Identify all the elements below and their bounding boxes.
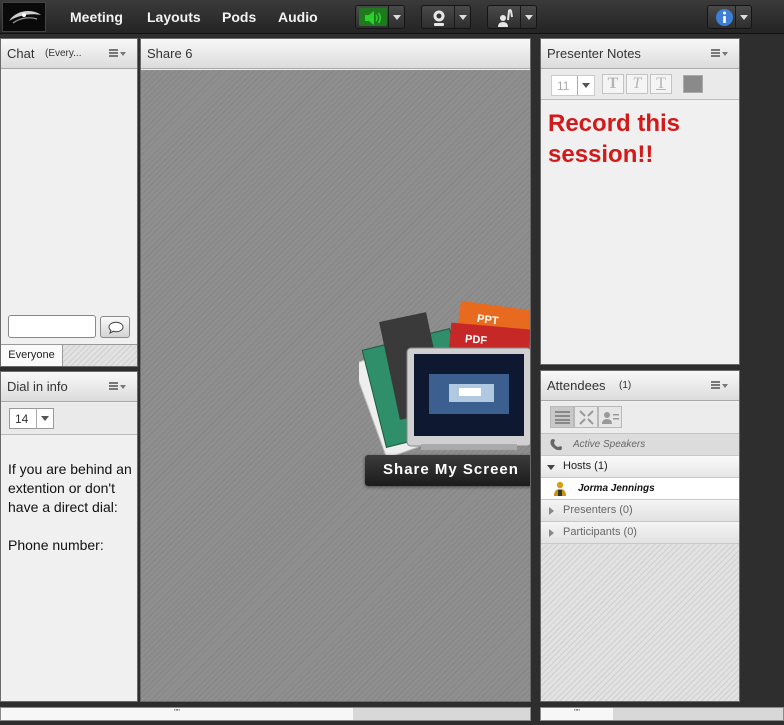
help-menu-arrow[interactable] xyxy=(735,6,751,28)
raise-hand-icon xyxy=(498,9,513,27)
speaker-menu-arrow[interactable] xyxy=(388,6,404,28)
dialin-line-2: Phone number: xyxy=(8,537,104,553)
attendee-row[interactable]: Jorma Jennings xyxy=(541,478,739,500)
notes-title: Presenter Notes xyxy=(547,46,641,61)
connect-logo[interactable] xyxy=(2,2,46,32)
dialin-text: If you are behind an extention or don't … xyxy=(8,460,133,574)
menu-bar: Meeting Layouts Pods Audio xyxy=(0,0,784,34)
active-speakers-row: Active Speakers xyxy=(541,434,739,456)
notes-toolbar: 11 T T T xyxy=(541,70,739,100)
dialin-toolbar: 14 xyxy=(1,403,137,435)
hosts-label: Hosts (1) xyxy=(563,460,608,472)
webcam-menu-arrow[interactable] xyxy=(454,6,470,28)
menu-pods[interactable]: Pods xyxy=(222,9,256,25)
chevron-down-icon xyxy=(547,465,555,470)
chat-title: Chat xyxy=(7,46,35,61)
dialin-header: Dial in info xyxy=(1,372,137,402)
attendees-count: (1) xyxy=(619,380,632,391)
attendees-empty-area xyxy=(541,544,739,701)
webcam-icon xyxy=(433,10,445,26)
horizontal-scrollbar-right[interactable]: "" xyxy=(540,707,784,721)
attendees-title: Attendees xyxy=(547,378,606,393)
horizontal-scrollbar-left[interactable]: "" xyxy=(0,707,531,721)
dialin-pod: Dial in info 14 If you are behind an ext… xyxy=(0,371,138,702)
dialin-title: Dial in info xyxy=(7,379,68,394)
font-size-value: 14 xyxy=(15,412,29,426)
font-size-value: 11 xyxy=(557,79,570,93)
chat-header: Chat (Every... xyxy=(1,39,137,69)
list-view-button[interactable] xyxy=(550,406,574,428)
attendees-header: Attendees (1) xyxy=(541,371,739,401)
bold-button[interactable]: T xyxy=(602,74,624,94)
dialin-line-1: If you are behind an extention or don't … xyxy=(8,461,132,515)
chat-send-button[interactable] xyxy=(100,316,130,338)
notes-pod-menu-icon[interactable] xyxy=(711,48,729,60)
menu-layouts[interactable]: Layouts xyxy=(147,9,201,25)
speaker-icon xyxy=(365,11,382,25)
dialin-pod-menu-icon[interactable] xyxy=(109,381,127,393)
tab-everyone[interactable]: Everyone xyxy=(1,345,63,366)
breakout-icon xyxy=(579,410,594,425)
chevron-down-icon xyxy=(36,409,53,428)
active-speakers-label: Active Speakers xyxy=(573,439,646,450)
info-icon xyxy=(716,9,733,26)
attendees-toolbar xyxy=(541,402,739,434)
presenter-notes-pod: Presenter Notes 11 T T T Record this ses… xyxy=(540,38,740,365)
chat-tab-empty xyxy=(63,345,137,366)
chevron-right-icon xyxy=(549,529,554,537)
menu-meeting[interactable]: Meeting xyxy=(70,9,123,25)
presenters-group-row[interactable]: Presenters (0) xyxy=(541,500,739,522)
attendees-pod: Attendees (1) Active Speakers Hosts (1) … xyxy=(540,370,740,702)
speaker-button[interactable] xyxy=(355,5,405,29)
participants-group-row[interactable]: Participants (0) xyxy=(541,522,739,544)
italic-button[interactable]: T xyxy=(626,74,648,94)
phone-icon xyxy=(550,439,562,451)
webcam-button[interactable] xyxy=(421,5,471,29)
dialin-font-size-select[interactable]: 14 xyxy=(9,408,54,429)
list-icon xyxy=(555,411,570,424)
chat-input[interactable] xyxy=(8,315,96,338)
underline-button[interactable]: T xyxy=(650,74,672,94)
speech-bubble-icon xyxy=(108,321,124,334)
raise-hand-menu-arrow[interactable] xyxy=(520,6,536,28)
share-title: Share 6 xyxy=(147,46,193,61)
chat-tabs: Everyone xyxy=(1,344,137,366)
share-documents-icon: PPT PDF xyxy=(359,300,530,469)
chevron-right-icon xyxy=(549,507,554,515)
presenters-label: Presenters (0) xyxy=(563,504,633,516)
scrollbar-thumb[interactable]: "" xyxy=(1,708,353,720)
help-button[interactable] xyxy=(707,5,752,29)
share-header: Share 6 xyxy=(141,39,530,69)
attendees-pod-menu-icon[interactable] xyxy=(711,380,729,392)
chat-pod: Chat (Every... Everyone xyxy=(0,38,138,367)
notes-text[interactable]: Record this session!! xyxy=(548,108,728,170)
logo-swoosh-icon xyxy=(9,11,41,24)
notes-font-size-select[interactable]: 11 xyxy=(551,75,595,96)
scrollbar-thumb[interactable]: "" xyxy=(541,708,613,720)
chat-scope[interactable]: (Every... xyxy=(45,48,81,59)
participants-label: Participants (0) xyxy=(563,526,637,538)
attendee-name: Jorma Jennings xyxy=(578,483,655,494)
pdf-label: PDF xyxy=(465,333,488,347)
share-stage: PPT PDF Share My Screen xyxy=(141,70,530,701)
share-pod: Share 6 PPT PDF Share My Screen xyxy=(140,38,531,702)
share-my-screen-button[interactable]: Share My Screen xyxy=(365,455,530,486)
hosts-group-row[interactable]: Hosts (1) xyxy=(541,456,739,478)
chevron-down-icon xyxy=(577,76,594,95)
notes-header: Presenter Notes xyxy=(541,39,739,69)
text-color-swatch[interactable] xyxy=(683,75,703,93)
raise-hand-button[interactable] xyxy=(487,5,537,29)
breakout-view-button[interactable] xyxy=(574,406,598,428)
status-view-button[interactable] xyxy=(598,406,622,428)
menu-audio[interactable]: Audio xyxy=(278,9,318,25)
chat-pod-menu-icon[interactable] xyxy=(109,48,127,60)
user-status-icon xyxy=(602,412,619,424)
host-user-icon xyxy=(554,481,566,496)
